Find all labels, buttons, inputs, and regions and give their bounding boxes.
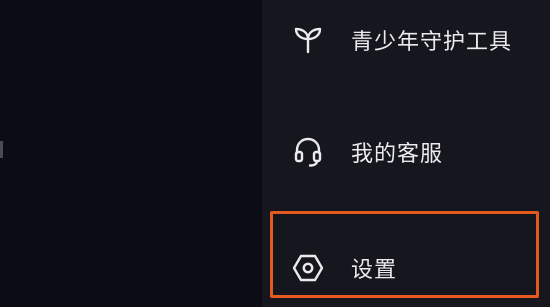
menu-item-label: 设置 — [351, 258, 398, 283]
menu-item-label: 青少年守护工具 — [351, 30, 513, 55]
menu-item-customer-service[interactable]: 我的客服 — [290, 132, 540, 172]
edge-indicator — [0, 141, 3, 158]
menu-item-settings[interactable]: 设置 — [290, 248, 540, 288]
headset-icon — [290, 134, 326, 170]
sprout-icon — [290, 22, 326, 58]
hexagon-settings-icon — [290, 250, 326, 286]
dimmed-backdrop[interactable] — [0, 0, 262, 307]
menu-item-label: 我的客服 — [351, 142, 444, 167]
menu-item-youth-protection[interactable]: 青少年守护工具 — [290, 20, 540, 60]
side-menu-drawer: 青少年守护工具 我的客服 设置 — [262, 0, 550, 307]
screen: 青少年守护工具 我的客服 设置 — [0, 0, 550, 307]
